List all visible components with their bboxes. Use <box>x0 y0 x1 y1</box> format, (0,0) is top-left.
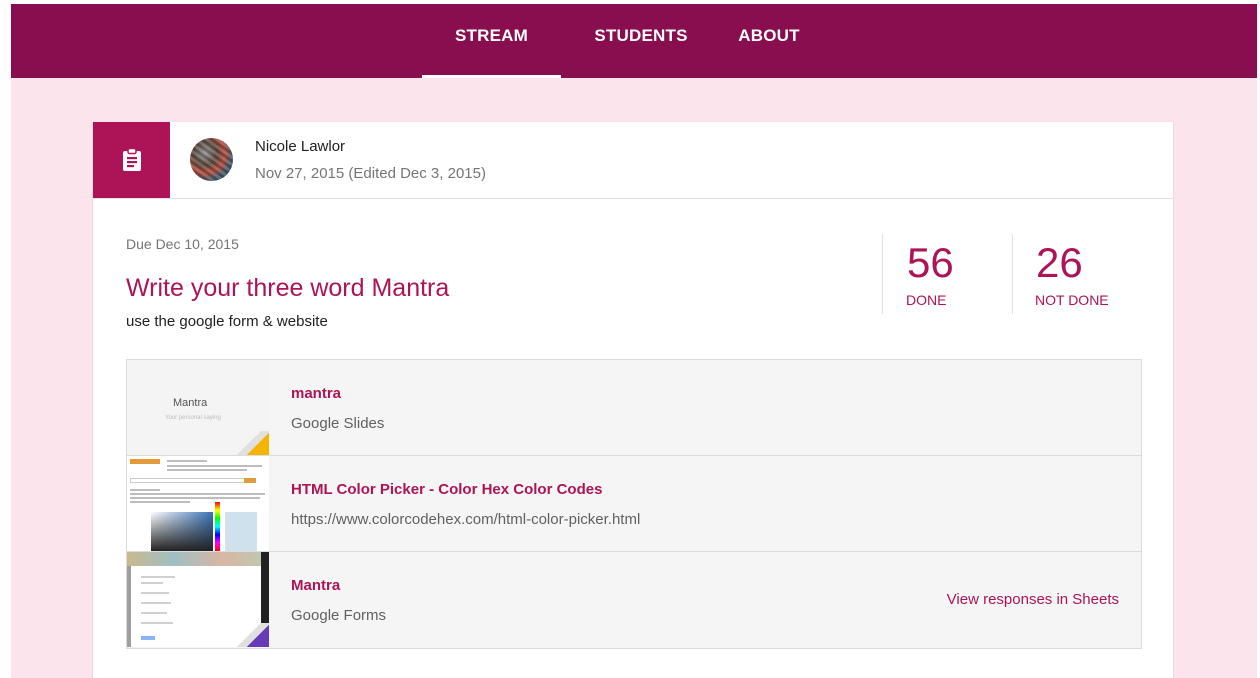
tab-students[interactable]: STUDENTS <box>576 4 706 78</box>
assignment-icon <box>122 148 141 171</box>
attachment-title[interactable]: HTML Color Picker - Color Hex Color Code… <box>291 481 602 498</box>
ln <box>141 622 173 624</box>
tab-stream[interactable]: STREAM <box>422 4 561 78</box>
done-label: DONE <box>906 292 947 308</box>
not-done-stat[interactable]: 26 NOT DONE <box>1012 234 1142 314</box>
ln <box>141 602 171 604</box>
tab-students-label: STUDENTS <box>594 26 688 45</box>
slides-thumbnail: Mantra Your personal saying <box>127 360 269 455</box>
attachment-form[interactable]: Mantra Google Forms View responses in Sh… <box>127 552 1141 648</box>
webpage-thumbnail <box>127 456 269 551</box>
swatch <box>225 512 257 551</box>
bar <box>130 478 250 483</box>
ln <box>141 592 169 594</box>
author-avatar[interactable] <box>190 138 233 181</box>
post-date: Nov 27, 2015 (Edited Dec 3, 2015) <box>255 165 486 182</box>
ln <box>141 612 167 614</box>
line <box>130 501 190 503</box>
btn <box>244 478 256 483</box>
done-count: 56 <box>907 239 954 286</box>
attachment-title[interactable]: mantra <box>291 385 341 402</box>
attachment-type: Google Slides <box>291 415 385 432</box>
logo <box>130 459 160 464</box>
hue <box>215 502 220 551</box>
google-forms-icon <box>247 625 269 647</box>
attachment-slides[interactable]: Mantra Your personal saying mantra Googl… <box>127 360 1141 456</box>
tab-about[interactable]: ABOUT <box>733 4 805 78</box>
google-slides-icon <box>247 433 269 455</box>
line <box>167 469 247 471</box>
not-done-label: NOT DONE <box>1035 292 1109 308</box>
slides-thumbnail-title: Mantra <box>173 397 208 409</box>
attachments-list: Mantra Your personal saying mantra Googl… <box>126 359 1142 649</box>
attachment-url: https://www.colorcodehex.com/html-color-… <box>291 511 641 528</box>
line <box>130 489 160 491</box>
attachment-type: Google Forms <box>291 607 387 624</box>
author-name[interactable]: Nicole Lawlor <box>255 138 345 155</box>
hdr <box>127 552 269 566</box>
line <box>167 460 207 462</box>
ln <box>141 576 175 578</box>
card-header: Nicole Lawlor Nov 27, 2015 (Edited Dec 3… <box>93 122 1173 199</box>
done-stat[interactable]: 56 DONE <box>882 234 1012 314</box>
assignment-description: use the google form & website <box>126 313 328 330</box>
ln <box>141 582 163 584</box>
sub <box>141 636 155 640</box>
tab-stream-label: STREAM <box>455 26 528 45</box>
line <box>130 493 265 495</box>
view-responses-link[interactable]: View responses in Sheets <box>947 591 1119 608</box>
attachment-link[interactable]: HTML Color Picker - Color Hex Color Code… <box>127 456 1141 552</box>
tab-about-label: ABOUT <box>738 26 800 45</box>
forms-thumbnail <box>127 552 269 647</box>
due-date: Due Dec 10, 2015 <box>126 236 239 252</box>
line <box>130 497 260 499</box>
assignment-title[interactable]: Write your three word Mantra <box>126 274 449 303</box>
not-done-count: 26 <box>1036 239 1083 286</box>
top-app-bar: STREAM STUDENTS ABOUT <box>11 4 1257 78</box>
line <box>167 465 262 467</box>
page: STREAM STUDENTS ABOUT Nicole Lawlor Nov … <box>11 4 1257 678</box>
assignment-type-badge <box>93 122 170 198</box>
assignment-card: Nicole Lawlor Nov 27, 2015 (Edited Dec 3… <box>93 122 1173 678</box>
attachment-title[interactable]: Mantra <box>291 577 340 594</box>
picker <box>151 512 213 551</box>
slides-thumbnail-subtitle: Your personal saying <box>165 415 221 421</box>
